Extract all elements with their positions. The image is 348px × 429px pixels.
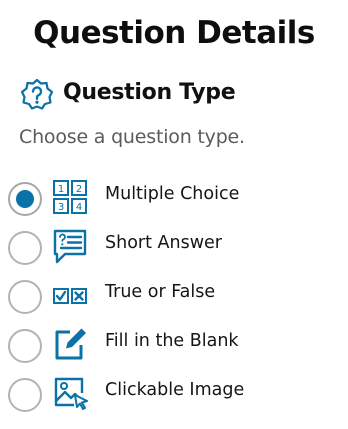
radio-clickable-image[interactable]: [8, 378, 42, 412]
option-label: Fill in the Blank: [105, 331, 239, 351]
option-fill-in-the-blank[interactable]: Fill in the Blank: [8, 324, 338, 368]
question-badge-icon: [20, 78, 54, 110]
svg-text:3: 3: [58, 202, 64, 213]
svg-text:2: 2: [76, 184, 82, 195]
text-bubble-icon: [53, 229, 87, 264]
option-clickable-image[interactable]: Clickable Image: [8, 373, 338, 417]
option-label: Clickable Image: [105, 380, 245, 400]
option-label: True or False: [105, 282, 216, 302]
section-label: Question Type: [63, 80, 236, 105]
option-multiple-choice[interactable]: 1 2 3 4 Multiple Choice: [8, 177, 338, 221]
option-short-answer[interactable]: Short Answer: [8, 226, 338, 270]
page-title: Question Details: [33, 15, 315, 51]
instruction-text: Choose a question type.: [19, 126, 245, 148]
image-pointer-icon: [54, 377, 88, 410]
numbered-grid-icon: 1 2 3 4: [53, 180, 87, 214]
radio-fill-in-the-blank[interactable]: [8, 329, 42, 363]
option-label: Multiple Choice: [105, 184, 240, 204]
svg-text:1: 1: [58, 184, 64, 195]
svg-text:4: 4: [76, 202, 82, 213]
check-cross-icon: [53, 288, 87, 304]
option-true-or-false[interactable]: True or False: [8, 275, 338, 319]
option-label: Short Answer: [105, 233, 222, 253]
radio-multiple-choice[interactable]: [8, 182, 42, 216]
pencil-edit-icon: [55, 328, 86, 360]
radio-short-answer[interactable]: [8, 231, 42, 265]
radio-true-or-false[interactable]: [8, 280, 42, 314]
